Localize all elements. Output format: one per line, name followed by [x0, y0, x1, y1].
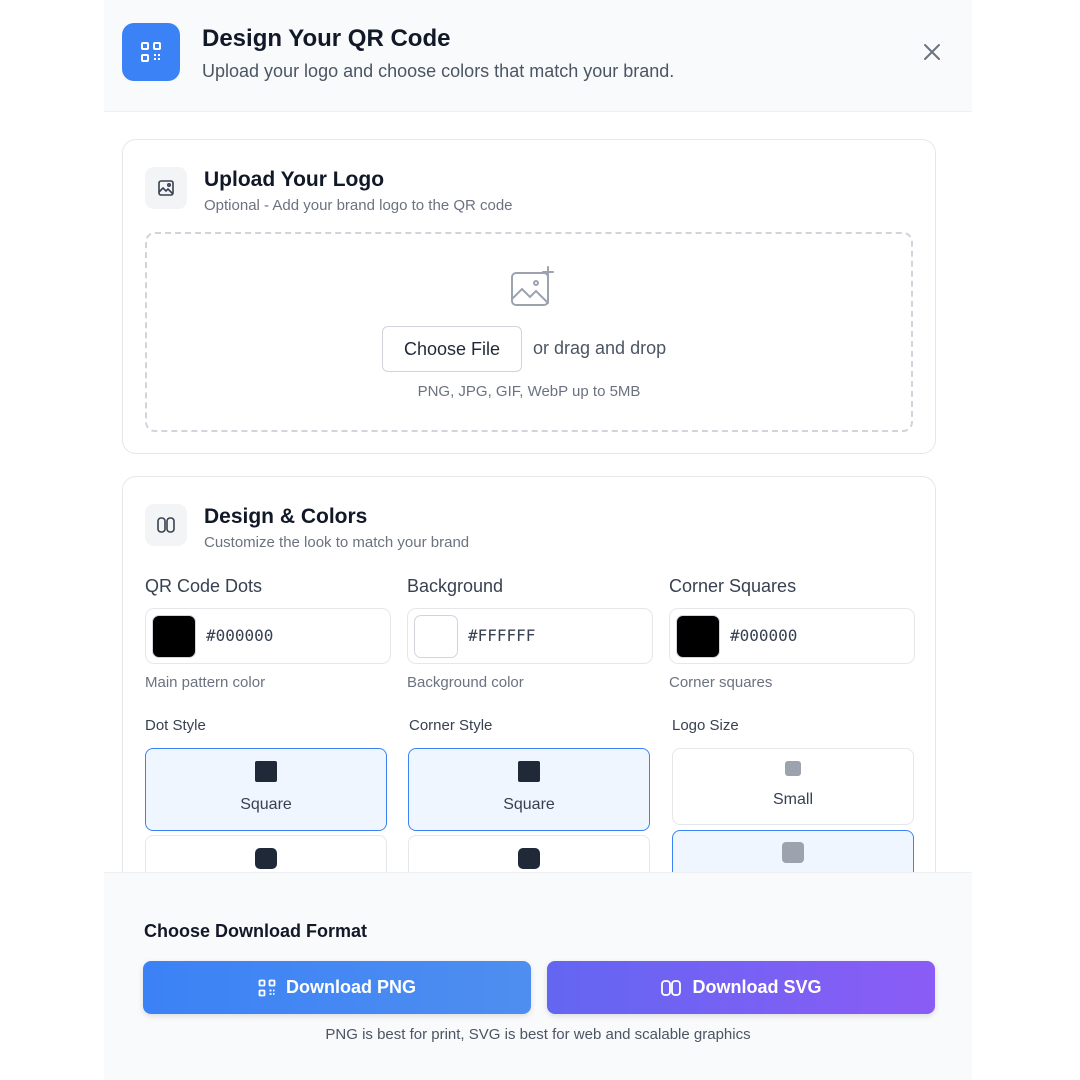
download-footer: Choose Download Format Download PNG Down…	[104, 872, 972, 1080]
dots-color-help: Main pattern color	[145, 674, 266, 691]
download-svg-label: Download SVG	[692, 977, 822, 997]
file-type-hint: PNG, JPG, GIF, WebP up to 5MB	[417, 383, 641, 400]
image-icon	[145, 167, 187, 209]
corner-style-option-label: Square	[503, 796, 555, 813]
corner-color-help: Corner squares	[669, 674, 773, 691]
background-color-label: Background	[407, 576, 504, 596]
logo-size-option-small[interactable]: Small	[672, 748, 914, 825]
close-icon[interactable]	[920, 40, 944, 64]
logo-size-option-label: Small	[772, 791, 813, 808]
dots-color-swatch[interactable]	[152, 615, 196, 658]
modal-header: Design Your QR Code Upload your logo and…	[104, 0, 972, 112]
qr-code-icon	[258, 979, 276, 997]
dots-color-value[interactable]: #000000	[206, 626, 273, 645]
drag-drop-text: or drag and drop	[533, 338, 667, 358]
modal-title: Design Your QR Code	[202, 25, 451, 52]
image-plus-icon	[510, 265, 554, 309]
design-colors-card: Design & Colors Customize the look to ma…	[122, 476, 936, 918]
choose-file-button[interactable]: Choose File	[382, 326, 522, 372]
columns-icon	[145, 504, 187, 546]
upload-subtitle: Optional - Add your brand logo to the QR…	[204, 197, 513, 214]
dot-style-option-square[interactable]: Square	[145, 748, 387, 831]
download-format-title: Choose Download Format	[144, 921, 368, 941]
download-png-label: Download PNG	[286, 977, 416, 997]
background-color-help: Background color	[407, 674, 524, 691]
logo-dropzone[interactable]: Choose File or drag and drop PNG, JPG, G…	[145, 232, 913, 432]
qr-code-icon	[122, 23, 180, 81]
download-png-button[interactable]: Download PNG	[143, 961, 531, 1014]
background-color-swatch[interactable]	[414, 615, 458, 658]
corner-color-field[interactable]: #000000	[669, 608, 915, 664]
corner-style-label: Corner Style	[409, 717, 493, 734]
qr-design-modal: Design Your QR Code Upload your logo and…	[104, 0, 972, 1080]
small-size-icon	[785, 761, 801, 776]
dot-style-option-label: Square	[240, 796, 292, 813]
rounded-dot-icon	[255, 848, 277, 869]
columns-icon	[660, 979, 682, 997]
background-color-field[interactable]: #FFFFFF	[407, 608, 653, 664]
background-color-value[interactable]: #FFFFFF	[468, 626, 535, 645]
download-format-hint: PNG is best for print, SVG is best for w…	[325, 1026, 751, 1043]
corner-color-swatch[interactable]	[676, 615, 720, 658]
corner-color-label: Corner Squares	[669, 576, 797, 596]
dots-color-field[interactable]: #000000	[145, 608, 391, 664]
corner-color-value[interactable]: #000000	[730, 626, 797, 645]
square-corner-icon	[518, 761, 540, 782]
rounded-corner-icon	[518, 848, 540, 869]
medium-size-icon	[782, 842, 804, 863]
design-subtitle: Customize the look to match your brand	[204, 534, 470, 551]
upload-title: Upload Your Logo	[204, 168, 385, 191]
dot-style-label: Dot Style	[145, 717, 206, 734]
dots-color-label: QR Code Dots	[145, 576, 263, 596]
corner-style-option-square[interactable]: Square	[408, 748, 650, 831]
upload-logo-card: Upload Your Logo Optional - Add your bra…	[122, 139, 936, 454]
design-title: Design & Colors	[204, 505, 368, 528]
download-svg-button[interactable]: Download SVG	[547, 961, 935, 1014]
modal-subtitle: Upload your logo and choose colors that …	[202, 61, 675, 81]
logo-size-label: Logo Size	[672, 717, 739, 734]
square-dot-icon	[255, 761, 277, 782]
